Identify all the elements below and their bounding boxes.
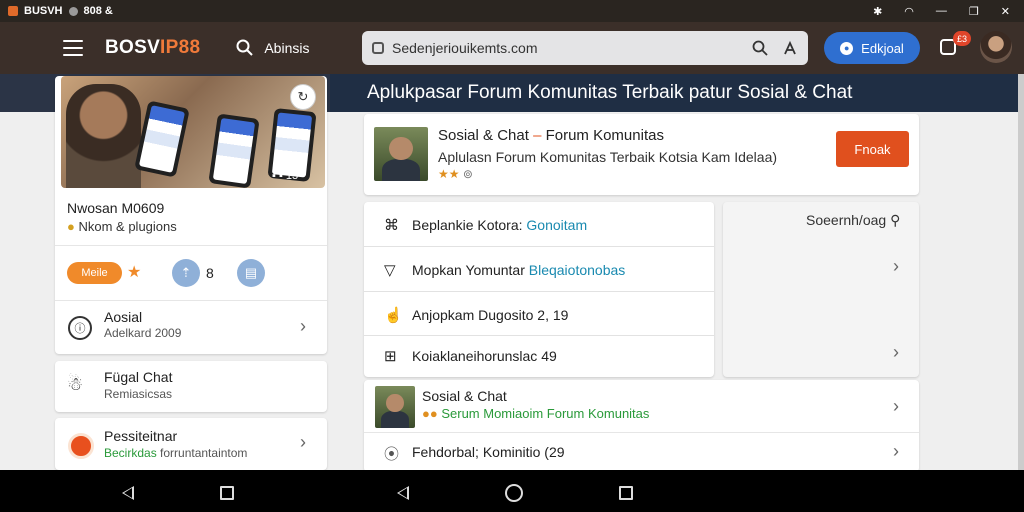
- chevron-right-icon[interactable]: ›: [893, 256, 899, 277]
- gift-icon: ⊞: [384, 348, 397, 365]
- community-title-2: Sosial & Chat: [422, 388, 507, 404]
- menu-item-subtitle: Becirkdas forruntantaintom: [104, 446, 248, 460]
- emoji-icon: ●●: [422, 406, 438, 421]
- url-search-icon[interactable]: [752, 40, 768, 56]
- restore-icon[interactable]: ❐: [969, 5, 979, 18]
- right-search[interactable]: Soeernh/oag ⚲: [806, 212, 900, 229]
- cup-icon: ▽: [384, 262, 396, 279]
- login-button-label: Edkjoal: [861, 40, 904, 56]
- chevron-right-icon[interactable]: ›: [893, 396, 899, 417]
- list-item[interactable]: Beplankie Kotora: Gonoitam: [412, 217, 587, 233]
- hero-banner: Aplukpasar Forum Komunitas Terbaik patur…: [330, 74, 1020, 112]
- page-title: Aplukpasar Forum Komunitas Terbaik patur…: [367, 82, 853, 103]
- share-icon[interactable]: ↻: [290, 84, 316, 110]
- home-icon[interactable]: [505, 484, 523, 502]
- save-icon[interactable]: ▤: [237, 259, 265, 287]
- app-header: BOSVIP88 Abinsis Sedenjeriouikemts.com ●…: [0, 22, 1024, 74]
- close-icon[interactable]: ✕: [1001, 5, 1010, 18]
- divider: [364, 335, 714, 336]
- profile-subtitle: ● Nkom & plugions: [67, 219, 177, 234]
- community-description: Aplulasn Forum Komunitas Terbaik Kotsia …: [438, 149, 778, 165]
- community-avatar-2[interactable]: [375, 386, 415, 428]
- star-icon[interactable]: ★: [127, 262, 141, 282]
- menu-item-title[interactable]: Fügal Chat: [104, 369, 172, 385]
- back-icon[interactable]: [122, 486, 134, 500]
- community-subtitle-2: ●● Serum Momiaoim Forum Komunitas: [422, 406, 650, 421]
- fugal-chat-card[interactable]: [55, 361, 327, 412]
- info-icon: ⓘ: [68, 316, 92, 340]
- menu-icon[interactable]: [63, 40, 83, 56]
- chevron-right-icon[interactable]: ›: [893, 342, 899, 363]
- minimize-icon[interactable]: —: [936, 5, 947, 17]
- url-text: Sedenjeriouikemts.com: [392, 40, 538, 56]
- divider: [55, 300, 327, 301]
- notification-badge: £3: [953, 31, 971, 46]
- profile-name: Nwosan M0609: [67, 200, 165, 216]
- menu-item-title[interactable]: Aosial: [104, 309, 142, 325]
- list-item[interactable]: Koiaklaneihorunslac 49: [412, 348, 557, 364]
- person-image: [66, 84, 141, 188]
- divider: [364, 432, 919, 433]
- status-text: BUSVH: [24, 5, 63, 17]
- header-search[interactable]: Abinsis: [236, 39, 309, 57]
- menu-item-subtitle: Adelkard 2009: [104, 326, 182, 340]
- stat-number: 8: [206, 265, 214, 281]
- divider: [364, 246, 714, 247]
- pin-icon: ●: [67, 219, 75, 234]
- phone-image: [134, 100, 190, 178]
- follow-button[interactable]: Fnoak: [836, 131, 909, 167]
- wifi-icon: ◠: [904, 5, 914, 18]
- lock-icon: [372, 42, 384, 54]
- status-bar: BUSVH 808 & ✱ ◠ — ❐ ✕: [0, 0, 1024, 22]
- search-icon: ⚲: [890, 212, 901, 228]
- thumb-icon: ☝: [384, 307, 403, 324]
- menu-item-title[interactable]: Pessiteitnar: [104, 428, 177, 444]
- phone-image: [208, 113, 260, 188]
- recents-icon[interactable]: [619, 486, 633, 500]
- community-title: Sosial & Chat – Forum Komunitas: [438, 127, 664, 144]
- location-icon: ⦿: [384, 446, 400, 463]
- account-icon: ●: [840, 41, 854, 55]
- list-item[interactable]: Mopkan Yomuntar Bleqaiotonobas: [412, 262, 625, 278]
- app-notification-icon: [8, 6, 18, 16]
- back-icon[interactable]: [397, 486, 409, 500]
- scrollbar-track[interactable]: [1018, 74, 1024, 474]
- list-item[interactable]: Anjopkam Dugosito 2, 19: [412, 307, 568, 323]
- circle-icon: [68, 6, 78, 16]
- url-bar[interactable]: Sedenjeriouikemts.com: [362, 31, 808, 65]
- community-avatar[interactable]: [374, 127, 428, 181]
- profile-icon[interactable]: [782, 40, 798, 56]
- app-logo[interactable]: BOSVIP88: [105, 37, 200, 59]
- chevron-right-icon[interactable]: ›: [300, 316, 306, 337]
- ghost-icon: ☃: [67, 374, 84, 394]
- login-button[interactable]: ● Edkjoal: [824, 32, 920, 64]
- rating-stars: ★★ ⊚: [438, 167, 473, 181]
- location-text[interactable]: Fehdorbal; Kominitio (29: [412, 444, 565, 460]
- chevron-right-icon[interactable]: ›: [893, 441, 899, 462]
- pessiteitnar-card[interactable]: [55, 418, 327, 470]
- search-icon: [236, 39, 254, 56]
- list-icon: ⌘: [384, 217, 399, 234]
- divider: [55, 245, 327, 246]
- chevron-right-icon[interactable]: ›: [300, 432, 306, 453]
- user-avatar[interactable]: [980, 31, 1012, 63]
- recents-icon[interactable]: [220, 486, 234, 500]
- divider: [364, 291, 714, 292]
- upload-icon[interactable]: ⇡: [172, 259, 200, 287]
- header-search-label: Abinsis: [264, 40, 310, 56]
- menu-item-subtitle: Remiasicsas: [104, 387, 173, 401]
- target-icon: [68, 433, 94, 459]
- meile-button[interactable]: Meile: [67, 262, 122, 284]
- status-text-2: 808 &: [83, 5, 113, 17]
- photo-count: ▪ ▪ 13: [272, 170, 299, 182]
- bluetooth-icon: ✱: [873, 5, 883, 18]
